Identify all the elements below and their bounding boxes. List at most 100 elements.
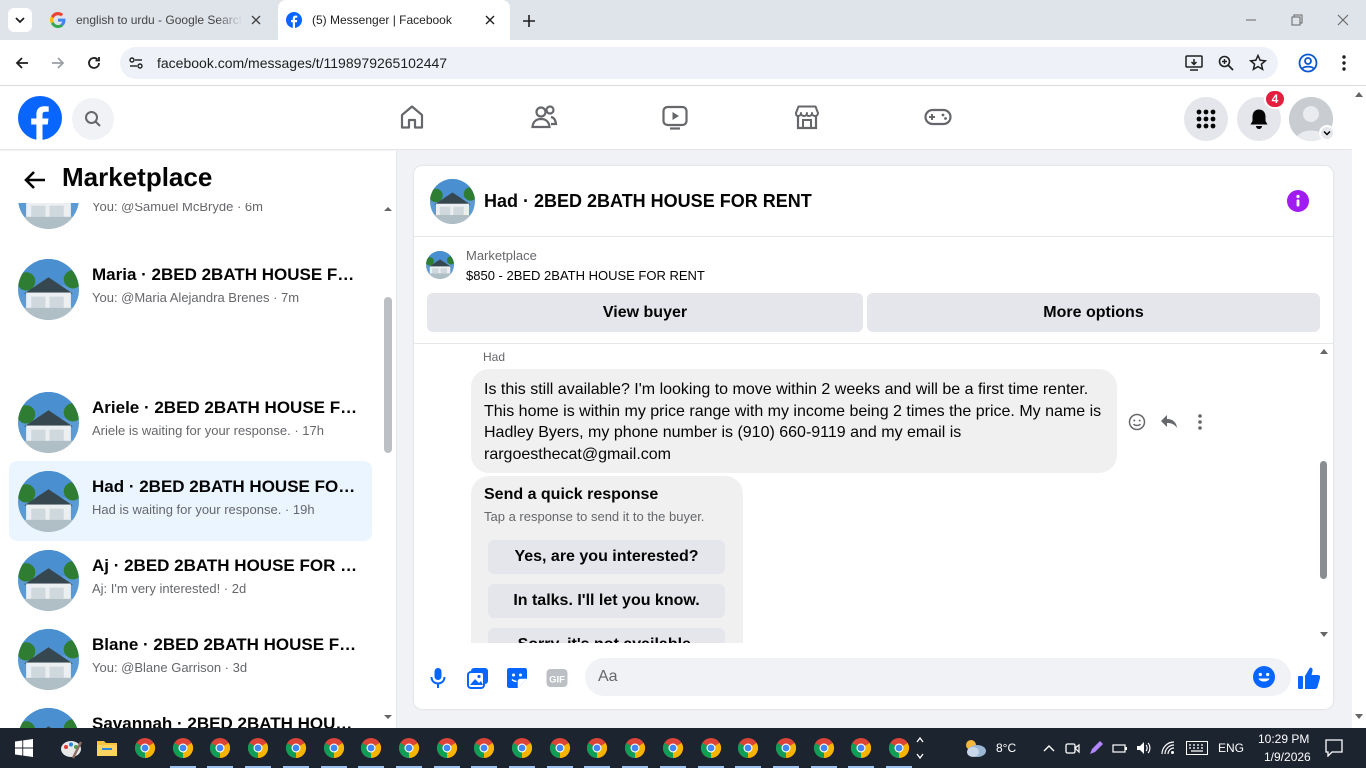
quick-response-option[interactable]: Yes, are you interested? (488, 540, 725, 574)
info-icon[interactable] (1287, 190, 1309, 212)
quick-response-option[interactable]: Sorry, it's not available. (488, 628, 725, 643)
facebook-logo-icon[interactable] (18, 96, 62, 140)
zoom-icon[interactable] (1216, 53, 1236, 73)
paint-app-icon[interactable] (52, 728, 90, 768)
profile-icon[interactable] (1296, 51, 1320, 75)
chevron-down-icon[interactable] (1319, 125, 1335, 141)
listing-title[interactable]: $850 - 2BED 2BATH HOUSE FOR RENT (466, 268, 705, 283)
restore-icon[interactable] (1274, 0, 1320, 40)
bookmark-star-icon[interactable] (1248, 53, 1268, 73)
chat-title[interactable]: Had · 2BED 2BATH HOUSE FOR RENT (484, 191, 812, 212)
meet-now-icon[interactable] (1064, 740, 1080, 756)
microphone-icon[interactable] (426, 666, 450, 690)
quick-response-option[interactable]: In talks. I'll let you know. (488, 584, 725, 618)
scrollbar-thumb[interactable] (1320, 461, 1327, 579)
chrome-window-icon[interactable] (428, 728, 466, 768)
listing-thumbnail[interactable] (426, 251, 454, 279)
friends-icon[interactable] (529, 102, 559, 132)
conversation-item[interactable]: Maria · 2BED 2BATH HOUSE FOR... You: @Ma… (9, 249, 372, 329)
close-window-icon[interactable] (1320, 0, 1366, 40)
chrome-window-icon[interactable] (729, 728, 767, 768)
keyboard-icon[interactable] (1185, 740, 1209, 756)
chrome-window-icon[interactable] (277, 728, 315, 768)
like-thumb-icon[interactable] (1297, 666, 1321, 690)
conversation-item[interactable]: Savannah · 2BED 2BATH HOUSE ... You: @Sa… (9, 698, 372, 728)
chrome-window-icon[interactable] (616, 728, 654, 768)
home-icon[interactable] (397, 102, 427, 132)
volume-icon[interactable] (1136, 740, 1152, 756)
reply-icon[interactable] (1158, 411, 1180, 433)
view-buyer-button[interactable]: View buyer (427, 293, 863, 332)
clock-time[interactable]: 10:29 PM (1258, 732, 1309, 746)
gaming-icon[interactable] (923, 102, 953, 132)
marketplace-icon[interactable] (792, 102, 822, 132)
conversation-item[interactable]: Had · 2BED 2BATH HOUSE FOR ... Had is wa… (9, 461, 372, 541)
site-settings-icon[interactable] (128, 55, 144, 71)
chrome-window-icon[interactable] (578, 728, 616, 768)
new-tab-icon[interactable] (518, 10, 540, 32)
clock-date[interactable]: 1/9/2026 (1264, 750, 1311, 764)
chrome-window-icon[interactable] (352, 728, 390, 768)
chrome-window-icon[interactable] (239, 728, 277, 768)
emoji-icon[interactable] (1252, 665, 1276, 689)
chrome-window-icon[interactable] (465, 728, 503, 768)
taskbar-overflow-icon[interactable] (912, 728, 928, 768)
scrollbar-thumb[interactable] (384, 297, 392, 453)
chrome-window-icon[interactable] (126, 728, 164, 768)
conversation-name: Had · 2BED 2BATH HOUSE FOR ... (92, 477, 362, 496)
input-language[interactable]: ENG (1218, 741, 1244, 755)
chrome-window-icon[interactable] (541, 728, 579, 768)
file-explorer-icon[interactable] (88, 728, 126, 768)
conversation-list-scrollbar[interactable] (382, 203, 394, 723)
install-app-icon[interactable] (1184, 53, 1204, 73)
chrome-window-icon[interactable] (164, 728, 202, 768)
chrome-window-icon[interactable] (315, 728, 353, 768)
pen-icon[interactable] (1088, 740, 1104, 756)
chrome-window-icon[interactable] (805, 728, 843, 768)
more-actions-icon[interactable] (1189, 411, 1211, 433)
video-icon[interactable] (660, 102, 690, 132)
chrome-window-icon[interactable] (842, 728, 880, 768)
back-arrow-icon[interactable] (10, 51, 34, 75)
chrome-window-icon[interactable] (654, 728, 692, 768)
photo-icon[interactable] (466, 666, 490, 690)
chrome-window-icon[interactable] (767, 728, 805, 768)
conversation-item[interactable]: Aj · 2BED 2BATH HOUSE FOR RE... Aj: I'm … (9, 540, 372, 620)
kebab-menu-icon[interactable] (1332, 51, 1356, 75)
page-scrollbar[interactable] (1352, 87, 1366, 728)
search-icon[interactable] (72, 98, 114, 140)
chrome-window-icon[interactable] (201, 728, 239, 768)
weather-cloudy-icon[interactable] (962, 737, 988, 759)
address-bar[interactable]: facebook.com/messages/t/1198979265102447 (120, 47, 1278, 79)
tab-google-search[interactable]: english to urdu - Google Search (44, 0, 276, 40)
conversation-name: Aj · 2BED 2BATH HOUSE FOR RE... (92, 556, 362, 575)
conversation-item[interactable]: Ariele · 2BED 2BATH HOUSE FO... Ariele i… (9, 382, 372, 462)
chrome-window-icon[interactable] (390, 728, 428, 768)
chevron-up-icon[interactable] (1041, 740, 1057, 756)
forward-arrow-icon[interactable] (46, 51, 70, 75)
minimize-icon[interactable] (1228, 0, 1274, 40)
sticker-icon[interactable] (505, 666, 529, 690)
wifi-icon[interactable] (1160, 740, 1176, 756)
weather-temperature[interactable]: 8°C (996, 741, 1016, 755)
gif-icon[interactable]: GIF (545, 666, 569, 690)
reload-icon[interactable] (82, 51, 106, 75)
listing-avatar[interactable] (430, 179, 475, 224)
message-scrollbar[interactable] (1318, 345, 1330, 643)
menu-grid-icon[interactable] (1184, 97, 1228, 141)
back-arrow-icon[interactable] (20, 165, 50, 195)
react-smiley-icon[interactable] (1126, 411, 1148, 433)
conversation-item[interactable]: Blane · 2BED 2BATH HOUSE FOR... You: @Bl… (9, 619, 372, 699)
tab-messenger[interactable]: (5) Messenger | Facebook (278, 0, 510, 40)
windows-start-icon[interactable] (0, 728, 48, 768)
more-options-button[interactable]: More options (867, 293, 1320, 332)
chrome-window-icon[interactable] (692, 728, 730, 768)
chrome-window-icon[interactable] (503, 728, 541, 768)
svg-text:GIF: GIF (549, 675, 565, 686)
notification-center-icon[interactable] (1325, 739, 1343, 757)
battery-plug-icon[interactable] (1112, 740, 1128, 756)
close-tab-icon[interactable] (482, 12, 498, 28)
message-input[interactable]: Aa (585, 658, 1291, 696)
tab-search-chevron-icon[interactable] (8, 8, 32, 32)
close-tab-icon[interactable] (248, 12, 264, 28)
